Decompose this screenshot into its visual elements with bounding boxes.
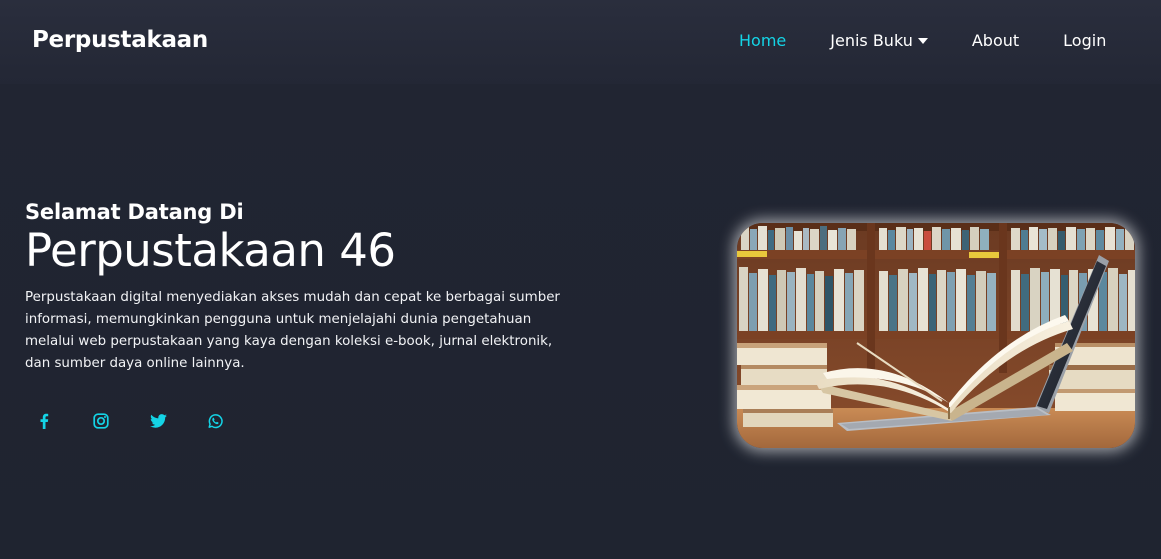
nav-link-jenis-buku-label: Jenis Buku — [830, 31, 913, 50]
nav-link-login[interactable]: Login — [1063, 31, 1106, 50]
whatsapp-icon[interactable] — [201, 404, 229, 438]
social-links — [30, 404, 258, 438]
caret-down-icon — [917, 38, 928, 44]
hero-subtitle: Selamat Datang Di — [25, 200, 244, 224]
page: Perpustakaan Home Jenis Buku About Login… — [0, 0, 1161, 559]
library-books-illustration — [737, 223, 1135, 448]
instagram-icon[interactable] — [87, 404, 115, 438]
hero-title: Perpustakaan 46 — [25, 224, 396, 277]
navbar: Perpustakaan Home Jenis Buku About Login — [0, 0, 1161, 84]
nav-link-home[interactable]: Home — [739, 31, 786, 50]
nav-link-about[interactable]: About — [972, 31, 1019, 50]
main-nav: Home Jenis Buku About Login — [739, 31, 1106, 50]
nav-link-jenis-buku[interactable]: Jenis Buku — [830, 31, 928, 50]
hero-description: Perpustakaan digital menyediakan akses m… — [25, 290, 560, 371]
hero-image — [737, 223, 1135, 448]
brand-logo[interactable]: Perpustakaan — [32, 27, 208, 53]
facebook-icon[interactable] — [30, 404, 58, 438]
twitter-icon[interactable] — [144, 404, 172, 438]
